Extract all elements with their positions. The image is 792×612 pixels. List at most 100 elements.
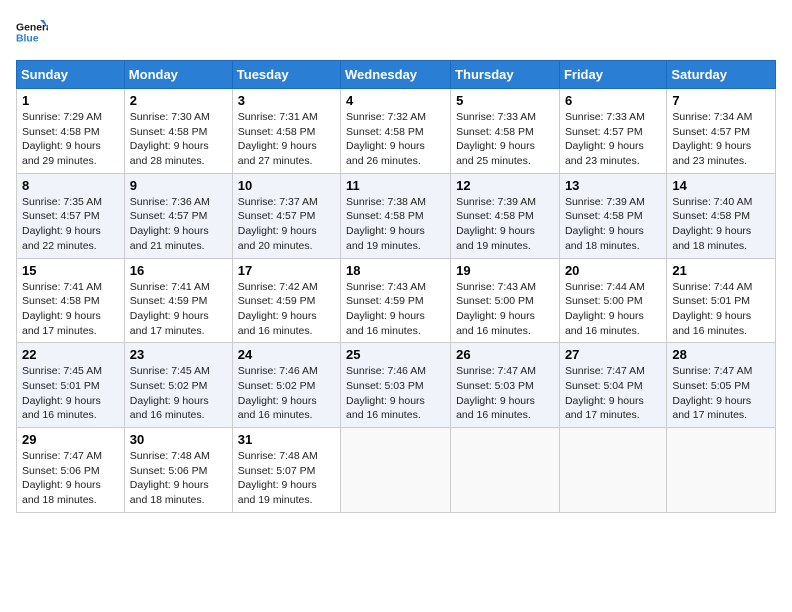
day-info: Sunrise: 7:44 AMSunset: 5:01 PMDaylight:… xyxy=(672,280,770,339)
day-info: Sunrise: 7:33 AMSunset: 4:57 PMDaylight:… xyxy=(565,110,661,169)
day-info: Sunrise: 7:45 AMSunset: 5:01 PMDaylight:… xyxy=(22,364,119,423)
day-number: 14 xyxy=(672,178,770,193)
day-number: 19 xyxy=(456,263,554,278)
day-info: Sunrise: 7:45 AMSunset: 5:02 PMDaylight:… xyxy=(130,364,227,423)
day-info: Sunrise: 7:47 AMSunset: 5:03 PMDaylight:… xyxy=(456,364,554,423)
header-thursday: Thursday xyxy=(451,61,560,89)
day-number: 23 xyxy=(130,347,227,362)
calendar-cell: 24 Sunrise: 7:46 AMSunset: 5:02 PMDaylig… xyxy=(232,343,340,428)
calendar-cell: 11 Sunrise: 7:38 AMSunset: 4:58 PMDaylig… xyxy=(341,173,451,258)
calendar-cell: 21 Sunrise: 7:44 AMSunset: 5:01 PMDaylig… xyxy=(667,258,776,343)
calendar-cell: 20 Sunrise: 7:44 AMSunset: 5:00 PMDaylig… xyxy=(559,258,666,343)
day-info: Sunrise: 7:40 AMSunset: 4:58 PMDaylight:… xyxy=(672,195,770,254)
day-number: 4 xyxy=(346,93,445,108)
day-number: 12 xyxy=(456,178,554,193)
day-number: 21 xyxy=(672,263,770,278)
day-number: 5 xyxy=(456,93,554,108)
calendar-cell: 18 Sunrise: 7:43 AMSunset: 4:59 PMDaylig… xyxy=(341,258,451,343)
calendar-cell: 17 Sunrise: 7:42 AMSunset: 4:59 PMDaylig… xyxy=(232,258,340,343)
day-info: Sunrise: 7:48 AMSunset: 5:07 PMDaylight:… xyxy=(238,449,335,508)
calendar-cell: 10 Sunrise: 7:37 AMSunset: 4:57 PMDaylig… xyxy=(232,173,340,258)
week-row-3: 15 Sunrise: 7:41 AMSunset: 4:58 PMDaylig… xyxy=(17,258,776,343)
day-info: Sunrise: 7:43 AMSunset: 5:00 PMDaylight:… xyxy=(456,280,554,339)
calendar-cell xyxy=(667,428,776,513)
day-number: 2 xyxy=(130,93,227,108)
day-number: 22 xyxy=(22,347,119,362)
day-number: 3 xyxy=(238,93,335,108)
day-number: 29 xyxy=(22,432,119,447)
day-number: 8 xyxy=(22,178,119,193)
calendar-cell: 8 Sunrise: 7:35 AMSunset: 4:57 PMDayligh… xyxy=(17,173,125,258)
calendar-cell: 22 Sunrise: 7:45 AMSunset: 5:01 PMDaylig… xyxy=(17,343,125,428)
svg-text:General: General xyxy=(16,22,48,33)
header-saturday: Saturday xyxy=(667,61,776,89)
day-info: Sunrise: 7:43 AMSunset: 4:59 PMDaylight:… xyxy=(346,280,445,339)
calendar-cell: 31 Sunrise: 7:48 AMSunset: 5:07 PMDaylig… xyxy=(232,428,340,513)
logo-icon: General Blue xyxy=(16,16,48,48)
calendar-cell: 27 Sunrise: 7:47 AMSunset: 5:04 PMDaylig… xyxy=(559,343,666,428)
week-row-4: 22 Sunrise: 7:45 AMSunset: 5:01 PMDaylig… xyxy=(17,343,776,428)
calendar-cell: 28 Sunrise: 7:47 AMSunset: 5:05 PMDaylig… xyxy=(667,343,776,428)
day-number: 10 xyxy=(238,178,335,193)
calendar-cell: 15 Sunrise: 7:41 AMSunset: 4:58 PMDaylig… xyxy=(17,258,125,343)
day-info: Sunrise: 7:48 AMSunset: 5:06 PMDaylight:… xyxy=(130,449,227,508)
day-info: Sunrise: 7:47 AMSunset: 5:06 PMDaylight:… xyxy=(22,449,119,508)
day-info: Sunrise: 7:36 AMSunset: 4:57 PMDaylight:… xyxy=(130,195,227,254)
week-row-1: 1 Sunrise: 7:29 AMSunset: 4:58 PMDayligh… xyxy=(17,89,776,174)
week-row-2: 8 Sunrise: 7:35 AMSunset: 4:57 PMDayligh… xyxy=(17,173,776,258)
day-number: 11 xyxy=(346,178,445,193)
day-info: Sunrise: 7:31 AMSunset: 4:58 PMDaylight:… xyxy=(238,110,335,169)
day-number: 20 xyxy=(565,263,661,278)
day-number: 30 xyxy=(130,432,227,447)
calendar-cell: 26 Sunrise: 7:47 AMSunset: 5:03 PMDaylig… xyxy=(451,343,560,428)
calendar-cell: 23 Sunrise: 7:45 AMSunset: 5:02 PMDaylig… xyxy=(124,343,232,428)
calendar-cell: 2 Sunrise: 7:30 AMSunset: 4:58 PMDayligh… xyxy=(124,89,232,174)
day-info: Sunrise: 7:47 AMSunset: 5:04 PMDaylight:… xyxy=(565,364,661,423)
day-info: Sunrise: 7:38 AMSunset: 4:58 PMDaylight:… xyxy=(346,195,445,254)
header-tuesday: Tuesday xyxy=(232,61,340,89)
calendar-cell: 29 Sunrise: 7:47 AMSunset: 5:06 PMDaylig… xyxy=(17,428,125,513)
calendar-cell: 25 Sunrise: 7:46 AMSunset: 5:03 PMDaylig… xyxy=(341,343,451,428)
calendar-cell: 13 Sunrise: 7:39 AMSunset: 4:58 PMDaylig… xyxy=(559,173,666,258)
day-info: Sunrise: 7:39 AMSunset: 4:58 PMDaylight:… xyxy=(565,195,661,254)
day-info: Sunrise: 7:30 AMSunset: 4:58 PMDaylight:… xyxy=(130,110,227,169)
day-info: Sunrise: 7:35 AMSunset: 4:57 PMDaylight:… xyxy=(22,195,119,254)
svg-text:Blue: Blue xyxy=(16,34,39,45)
day-number: 26 xyxy=(456,347,554,362)
calendar-cell: 3 Sunrise: 7:31 AMSunset: 4:58 PMDayligh… xyxy=(232,89,340,174)
day-info: Sunrise: 7:46 AMSunset: 5:03 PMDaylight:… xyxy=(346,364,445,423)
calendar-cell xyxy=(341,428,451,513)
day-number: 6 xyxy=(565,93,661,108)
day-number: 24 xyxy=(238,347,335,362)
calendar-cell xyxy=(559,428,666,513)
days-header-row: SundayMondayTuesdayWednesdayThursdayFrid… xyxy=(17,61,776,89)
logo: General Blue xyxy=(16,16,48,48)
header-monday: Monday xyxy=(124,61,232,89)
header-sunday: Sunday xyxy=(17,61,125,89)
day-number: 13 xyxy=(565,178,661,193)
day-number: 1 xyxy=(22,93,119,108)
week-row-5: 29 Sunrise: 7:47 AMSunset: 5:06 PMDaylig… xyxy=(17,428,776,513)
day-number: 17 xyxy=(238,263,335,278)
day-number: 31 xyxy=(238,432,335,447)
day-info: Sunrise: 7:39 AMSunset: 4:58 PMDaylight:… xyxy=(456,195,554,254)
day-info: Sunrise: 7:32 AMSunset: 4:58 PMDaylight:… xyxy=(346,110,445,169)
day-number: 15 xyxy=(22,263,119,278)
calendar-cell: 1 Sunrise: 7:29 AMSunset: 4:58 PMDayligh… xyxy=(17,89,125,174)
calendar-cell xyxy=(451,428,560,513)
calendar-table: SundayMondayTuesdayWednesdayThursdayFrid… xyxy=(16,60,776,513)
calendar-cell: 7 Sunrise: 7:34 AMSunset: 4:57 PMDayligh… xyxy=(667,89,776,174)
day-number: 27 xyxy=(565,347,661,362)
calendar-cell: 16 Sunrise: 7:41 AMSunset: 4:59 PMDaylig… xyxy=(124,258,232,343)
header-friday: Friday xyxy=(559,61,666,89)
day-info: Sunrise: 7:46 AMSunset: 5:02 PMDaylight:… xyxy=(238,364,335,423)
day-info: Sunrise: 7:33 AMSunset: 4:58 PMDaylight:… xyxy=(456,110,554,169)
day-info: Sunrise: 7:47 AMSunset: 5:05 PMDaylight:… xyxy=(672,364,770,423)
calendar-cell: 5 Sunrise: 7:33 AMSunset: 4:58 PMDayligh… xyxy=(451,89,560,174)
day-number: 7 xyxy=(672,93,770,108)
day-info: Sunrise: 7:41 AMSunset: 4:58 PMDaylight:… xyxy=(22,280,119,339)
calendar-cell: 19 Sunrise: 7:43 AMSunset: 5:00 PMDaylig… xyxy=(451,258,560,343)
day-info: Sunrise: 7:37 AMSunset: 4:57 PMDaylight:… xyxy=(238,195,335,254)
day-number: 9 xyxy=(130,178,227,193)
page-header: General Blue xyxy=(16,16,776,48)
